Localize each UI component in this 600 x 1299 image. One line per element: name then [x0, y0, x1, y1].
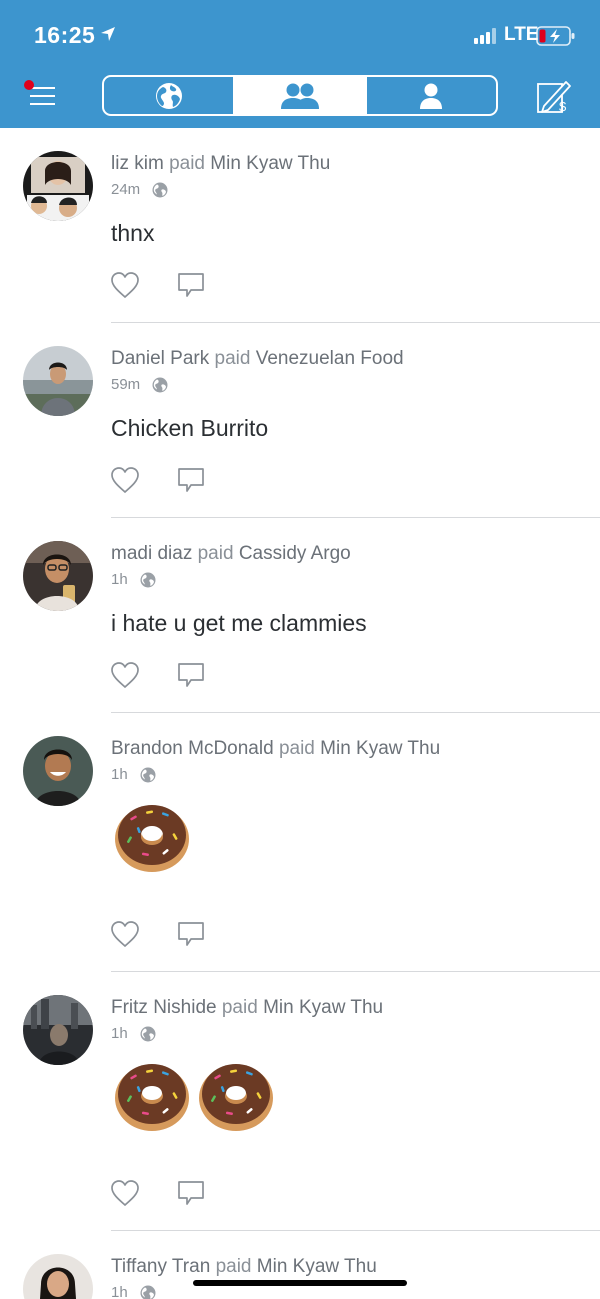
donut-icon [115, 1064, 189, 1131]
story-headline: liz kim paid Min Kyaw Thu [111, 153, 330, 175]
tab-friends[interactable] [233, 77, 365, 114]
target-name[interactable]: Min Kyaw Thu [263, 997, 383, 1018]
donut-icon [199, 1064, 273, 1131]
actor-name[interactable]: Fritz Nishide [111, 997, 217, 1018]
target-name[interactable]: Min Kyaw Thu [257, 1256, 377, 1277]
story-headline: Tiffany Tran paid Min Kyaw Thu [111, 1256, 377, 1278]
story-actions [110, 271, 206, 299]
target-name[interactable]: Min Kyaw Thu [320, 738, 440, 759]
comment-bubble-icon[interactable] [176, 466, 206, 494]
pay-or-request-button[interactable]: $ [536, 76, 572, 114]
avatar[interactable] [23, 1254, 93, 1299]
actor-name[interactable]: Daniel Park [111, 348, 209, 369]
globe-icon [155, 82, 182, 109]
actor-name[interactable]: madi diaz [111, 543, 192, 564]
like-heart-icon[interactable] [110, 920, 140, 948]
pay-request-icon: $ [537, 81, 571, 114]
avatar[interactable] [23, 346, 93, 416]
story-note: i hate u get me clammies [111, 610, 367, 636]
story-verb: paid [169, 153, 205, 174]
story-meta: 1h [111, 571, 156, 588]
actor-name[interactable]: Brandon McDonald [111, 738, 274, 759]
story-note: thnx [111, 220, 155, 246]
status-bar: 16:25 LTE [0, 0, 600, 70]
feed-story[interactable]: madi diaz paid Cassidy Argo 1h i hate u … [0, 518, 600, 713]
story-time: 1h [111, 766, 128, 783]
story-meta: 1h [111, 766, 156, 783]
home-indicator[interactable] [193, 1280, 407, 1286]
story-time: 1h [111, 571, 128, 588]
comment-bubble-icon[interactable] [176, 661, 206, 689]
target-name[interactable]: Min Kyaw Thu [210, 153, 330, 174]
comment-bubble-icon[interactable] [176, 1179, 206, 1207]
location-arrow-icon [101, 27, 115, 41]
story-meta: 1h [111, 1284, 156, 1299]
donut-icon [115, 805, 189, 872]
story-note-emoji [112, 795, 192, 875]
story-actions [110, 1179, 206, 1207]
status-time: 16:25 [34, 22, 96, 48]
person-icon [420, 83, 443, 109]
friends-icon [280, 83, 319, 109]
feed-story[interactable]: liz kim paid Min Kyaw Thu 24m thnx [0, 128, 600, 323]
globe-icon [140, 572, 156, 587]
avatar[interactable] [23, 541, 93, 611]
feed-scope-tabs [102, 75, 498, 116]
story-actions [110, 466, 206, 494]
tab-public[interactable] [104, 77, 233, 114]
story-time: 24m [111, 181, 141, 198]
network-type: LTE [504, 24, 539, 45]
comment-bubble-icon[interactable] [176, 920, 206, 948]
menu-button[interactable] [24, 80, 58, 110]
story-meta: 59m [111, 376, 168, 393]
story-meta: 24m [111, 181, 168, 198]
story-verb: paid [278, 738, 315, 759]
story-time: 59m [111, 376, 141, 393]
like-heart-icon[interactable] [110, 661, 140, 689]
globe-icon [140, 1026, 156, 1041]
tab-personal[interactable] [364, 77, 496, 114]
story-time: 1h [111, 1284, 128, 1299]
signal-icon [474, 28, 496, 44]
like-heart-icon[interactable] [110, 271, 140, 299]
avatar[interactable] [23, 151, 93, 221]
battery-icon [536, 26, 575, 46]
actor-name[interactable]: liz kim [111, 153, 164, 174]
story-note-emoji [112, 1054, 276, 1134]
globe-icon [152, 182, 168, 197]
feed-story[interactable]: Daniel Park paid Venezuelan Food 59m Chi… [0, 323, 600, 518]
story-headline: madi diaz paid Cassidy Argo [111, 543, 351, 565]
comment-bubble-icon[interactable] [176, 271, 206, 299]
story-verb: paid [197, 543, 234, 564]
like-heart-icon[interactable] [110, 466, 140, 494]
feed-story[interactable]: Brandon McDonald paid Min Kyaw Thu 1h [0, 713, 600, 972]
globe-icon [140, 767, 156, 782]
avatar[interactable] [23, 736, 93, 806]
like-heart-icon[interactable] [110, 1179, 140, 1207]
target-name[interactable]: Cassidy Argo [239, 543, 351, 564]
story-meta: 1h [111, 1025, 156, 1042]
story-headline: Fritz Nishide paid Min Kyaw Thu [111, 997, 383, 1019]
avatar[interactable] [23, 995, 93, 1065]
feed-story[interactable]: Tiffany Tran paid Min Kyaw Thu 1h [0, 1231, 600, 1299]
notification-dot [24, 80, 34, 90]
globe-icon [140, 1285, 156, 1299]
target-name[interactable]: Venezuelan Food [256, 348, 404, 369]
feed-story[interactable]: Fritz Nishide paid Min Kyaw Thu 1h [0, 972, 600, 1231]
svg-text:$: $ [559, 99, 567, 114]
story-time: 1h [111, 1025, 128, 1042]
activity-feed: liz kim paid Min Kyaw Thu 24m thnx Danie… [0, 128, 600, 1299]
story-verb: paid [215, 1256, 252, 1277]
story-verb: paid [214, 348, 251, 369]
story-headline: Daniel Park paid Venezuelan Food [111, 348, 404, 370]
story-actions [110, 661, 206, 689]
globe-icon [152, 377, 168, 392]
actor-name[interactable]: Tiffany Tran [111, 1256, 210, 1277]
story-verb: paid [221, 997, 258, 1018]
app-header: 16:25 LTE $ [0, 0, 600, 128]
story-headline: Brandon McDonald paid Min Kyaw Thu [111, 738, 440, 760]
story-actions [110, 920, 206, 948]
story-note: Chicken Burrito [111, 415, 269, 441]
